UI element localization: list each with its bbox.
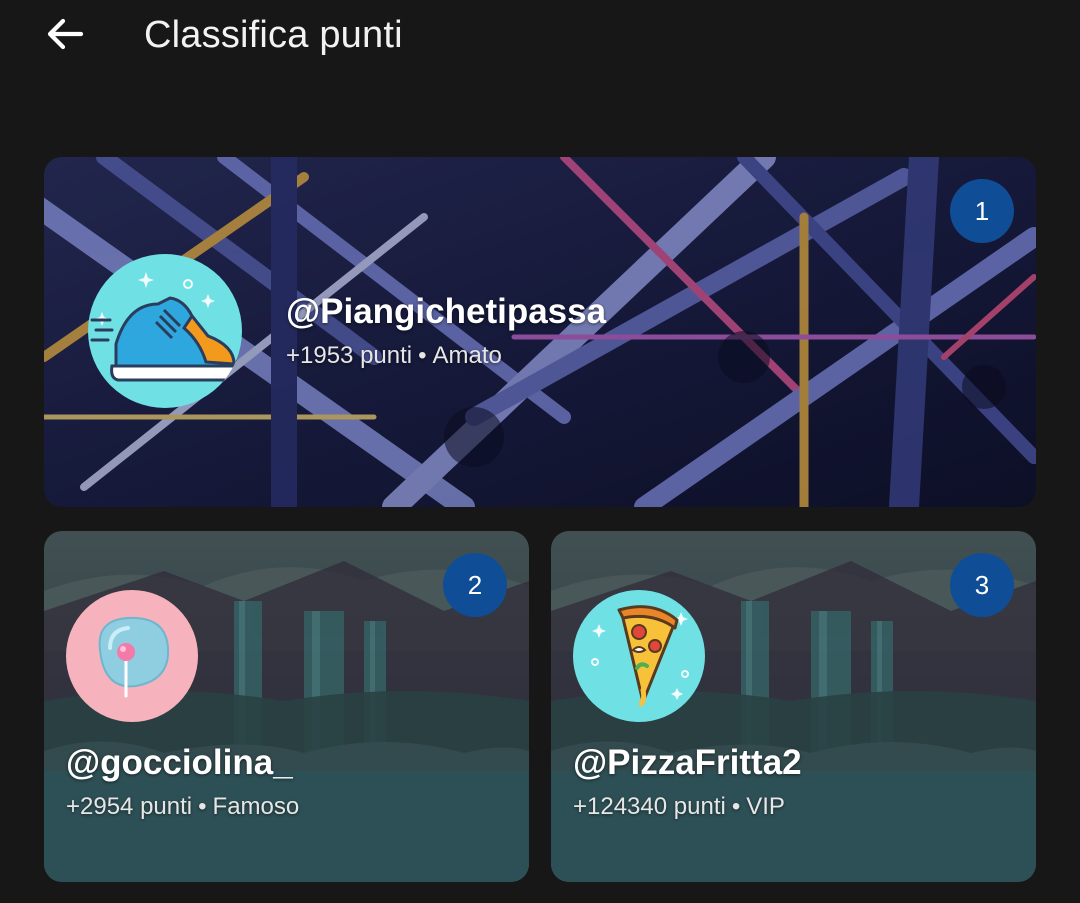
points: +1953 punti [286, 342, 413, 369]
level: VIP [746, 793, 785, 820]
leaderboard-card-rank-2[interactable]: 2 @gocciolina_ +2954 punti • Famoso [44, 531, 529, 882]
points: +2954 punti [66, 793, 193, 820]
level: Famoso [212, 793, 300, 820]
rank-badge: 3 [950, 553, 1014, 617]
username: @PizzaFritta2 [573, 743, 802, 782]
page-title: Classifica punti [144, 14, 403, 56]
avatar[interactable] [88, 254, 242, 408]
username: @Piangichetipassa [286, 292, 607, 331]
separator: • [418, 342, 427, 369]
pizza-slice-icon [573, 590, 705, 722]
level: Amato [432, 342, 502, 369]
separator: • [198, 793, 207, 820]
points-and-level: +124340 punti • VIP [573, 793, 785, 821]
rank-badge: 1 [950, 179, 1014, 243]
leaderboard-screen: Classifica punti 1 @Piangichetipassa +19… [0, 0, 1080, 903]
username: @gocciolina_ [66, 743, 293, 782]
sneaker-icon [88, 254, 242, 408]
points-and-level: +2954 punti • Famoso [66, 793, 299, 821]
points-and-level: +1953 punti • Amato [286, 342, 502, 370]
leaderboard-card-rank-1[interactable]: 1 @Piangichetipassa +1953 punti • Amato [44, 157, 1036, 507]
separator: • [731, 793, 741, 820]
points: +124340 punti [573, 793, 726, 820]
rank-badge: 2 [443, 553, 507, 617]
arrow-left-icon [41, 10, 89, 63]
top-app-bar: Classifica punti [0, 0, 1080, 80]
avatar[interactable] [573, 590, 705, 722]
lollipop-drop-icon [66, 590, 198, 722]
back-button[interactable] [30, 8, 100, 64]
avatar[interactable] [66, 590, 198, 722]
leaderboard-card-rank-3[interactable]: 3 @PizzaFritta2 +124340 punti • VIP [551, 531, 1036, 882]
